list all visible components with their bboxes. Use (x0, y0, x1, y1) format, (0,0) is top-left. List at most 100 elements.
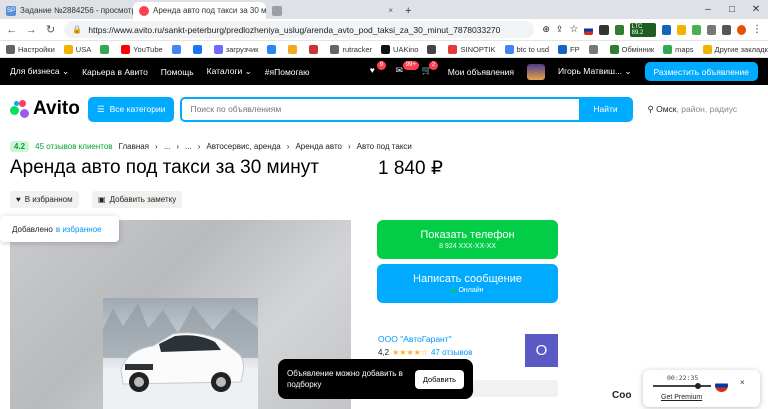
cart-icon[interactable]: 🛒 2 (422, 61, 439, 78)
nav-catalogs[interactable]: Каталоги ⌄ (207, 66, 252, 77)
bookmark-item[interactable] (171, 44, 184, 54)
page-title: Аренда авто под такси за 30 минут (10, 157, 319, 178)
reviews-link[interactable]: 45 отзывов клиентов (35, 142, 112, 151)
crumb-collapsed[interactable]: ... (164, 142, 171, 151)
bookmark-item[interactable] (427, 44, 439, 54)
flag-extension-icon[interactable] (584, 24, 594, 35)
url-text: https://www.avito.ru/sankt-peterburg/pre… (88, 24, 501, 35)
russia-flag-icon[interactable] (715, 379, 728, 392)
close-window-icon[interactable]: ✕ (744, 0, 768, 19)
back-icon[interactable]: ← (6, 24, 17, 36)
nav-career[interactable]: Карьера в Авито (82, 67, 148, 77)
nav-my-ads[interactable]: Мои объявления (448, 67, 514, 77)
new-tab-button[interactable]: + (399, 2, 419, 19)
tab-third[interactable]: × (266, 2, 399, 19)
bookmark-item[interactable] (288, 44, 300, 54)
extension-icon[interactable] (599, 24, 609, 35)
bookmark-item[interactable]: UAKino (381, 44, 418, 54)
extension-icon[interactable] (676, 24, 686, 35)
zoom-icon[interactable]: ⊕ (542, 24, 550, 35)
reload-icon[interactable]: ↻ (45, 23, 56, 36)
tab-zadanie[interactable]: SP Задание №2884256 - просмотр з × (0, 2, 133, 19)
bookmark-item[interactable]: USA (63, 44, 92, 54)
extensions-area: ⊕ ⇪ ☆ LTC 89.2 ⋮ (542, 22, 762, 37)
favorites-heart-icon[interactable]: ♥ 9 (370, 61, 387, 78)
extension-icon[interactable] (614, 24, 624, 35)
crumb-autoservice[interactable]: Автосервис, аренда (206, 142, 280, 151)
bookmark-item[interactable] (100, 44, 112, 54)
bookmark-favicon-icon (171, 44, 181, 54)
bookmark-item[interactable]: Обмінник (609, 44, 654, 54)
bookmark-item[interactable]: maps (663, 44, 694, 54)
nav-user-name[interactable]: Игорь Матвиш... ⌄ (558, 66, 632, 77)
user-avatar[interactable] (527, 63, 545, 80)
profile-icon[interactable] (736, 24, 746, 35)
bookmark-item[interactable]: SINOPTIK (448, 44, 496, 54)
search-input[interactable] (182, 98, 580, 120)
ltc-badge[interactable]: LTC 89.2 (629, 22, 656, 37)
share-icon[interactable]: ⇪ (556, 24, 564, 35)
seller-avatar[interactable]: О (525, 334, 558, 367)
tab-avito[interactable]: Аренда авто под такси за 30 мин × (133, 2, 266, 19)
toast-favorites-link[interactable]: в избранное (56, 225, 102, 234)
bookmark-item[interactable]: YouTube (121, 44, 163, 54)
get-premium-link[interactable]: Get Premium (661, 394, 702, 401)
menu-dots-icon[interactable]: ⋮ (752, 24, 762, 35)
star-icon[interactable]: ☆ (569, 24, 578, 35)
bookmark-item[interactable]: Другие закладки (702, 44, 768, 54)
bookmark-item[interactable] (588, 44, 601, 54)
player-progress-track[interactable] (653, 385, 711, 387)
extension-icon[interactable] (661, 24, 671, 35)
bookmark-favicon-icon (63, 44, 73, 54)
bookmark-label: USA (75, 44, 92, 54)
bookmark-item[interactable] (267, 44, 279, 54)
forward-icon[interactable]: → (25, 24, 37, 36)
bookmark-item[interactable] (192, 44, 205, 54)
show-phone-button[interactable]: Показать телефон 8 924 XXX-XX-XX (377, 220, 558, 259)
post-ad-button[interactable]: Разместить объявление (644, 62, 758, 81)
seller-reviews-link[interactable]: 47 отзывов (431, 348, 472, 357)
avito-logo[interactable]: Avito (10, 98, 82, 120)
close-tab-icon[interactable]: × (388, 6, 393, 15)
add-note-button[interactable]: ▣ Добавить заметку (92, 191, 183, 208)
bookmark-item[interactable]: FP (558, 44, 580, 54)
player-progress-handle[interactable] (695, 383, 701, 389)
url-field[interactable]: 🔒 https://www.avito.ru/sankt-peterburg/p… (64, 21, 535, 38)
bookmark-item[interactable]: загрузчик (213, 44, 258, 54)
messages-icon[interactable]: ✉ 99+ (396, 61, 419, 78)
crumb-collapsed[interactable]: ... (185, 142, 192, 151)
search-button[interactable]: Найти (579, 98, 632, 120)
seller-name-link[interactable]: ООО "АвтоГарант" (378, 334, 452, 344)
bookmark-favicon-icon (588, 44, 598, 54)
seller-rating-value: 4,2 (378, 348, 390, 357)
minimize-icon[interactable]: – (696, 0, 720, 19)
all-categories-button[interactable]: ☰ Все категории (88, 96, 175, 122)
location-selector[interactable]: ⚲ Омск, район, радиус (647, 104, 737, 115)
maximize-icon[interactable]: □ (720, 0, 744, 19)
download-icon[interactable] (721, 24, 731, 35)
main-car-photo[interactable] (103, 298, 258, 409)
in-favorites-button[interactable]: ♥ В избранном (10, 191, 79, 208)
nav-business[interactable]: Для бизнеса ⌄ (10, 66, 69, 77)
add-to-collection-button[interactable]: Добавить (414, 369, 464, 389)
bookmark-item[interactable]: btc to usd (504, 44, 549, 54)
tab-favicon-icon: SP (6, 5, 16, 16)
bookmark-favicon-icon (121, 44, 131, 54)
online-label: Онлайн (458, 287, 484, 294)
crumb-taxi-cars[interactable]: Авто под такси (357, 142, 412, 151)
window-controls: – □ ✕ (696, 0, 768, 19)
player-close-icon[interactable]: × (740, 378, 745, 387)
message-label: Написать сообщение (413, 273, 522, 285)
nav-hashtag[interactable]: #яПомогаю (265, 67, 310, 77)
crumb-car-rental[interactable]: Аренда авто (295, 142, 342, 151)
crumb-home[interactable]: Главная (119, 142, 149, 151)
write-message-button[interactable]: Написать сообщение Онлайн (377, 264, 558, 303)
nav-help[interactable]: Помощь (161, 67, 194, 77)
bookmark-item[interactable] (309, 44, 321, 54)
bookmark-item[interactable]: rutracker (330, 44, 372, 54)
bookmark-item[interactable]: Настройки (6, 44, 55, 54)
avito-favicon-icon (139, 5, 149, 16)
bookmark-favicon-icon (702, 44, 712, 54)
extension-icon[interactable] (691, 24, 701, 35)
puzzle-icon[interactable] (706, 24, 716, 35)
